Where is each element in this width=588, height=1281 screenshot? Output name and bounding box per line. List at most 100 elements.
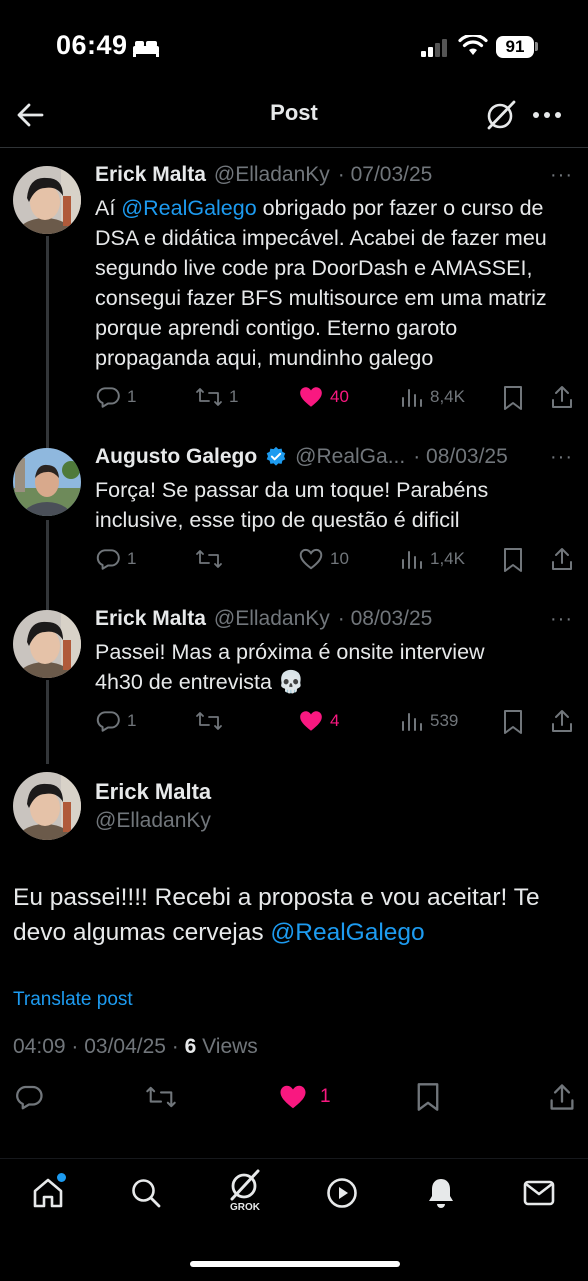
reply-count: 1	[127, 549, 137, 568]
views-chart-icon	[402, 713, 422, 731]
reply-icon	[96, 549, 120, 570]
reply-button[interactable]	[14, 1082, 44, 1112]
reply-icon	[16, 1085, 43, 1110]
like-count: 40	[330, 387, 349, 406]
search-tab-icon[interactable]	[130, 1177, 162, 1209]
video-tab-icon[interactable]	[326, 1177, 358, 1209]
tweet-header: Augusto Galego @RealGa... · 08/03/25	[95, 445, 508, 469]
grok-tab[interactable]: GROK	[225, 1168, 265, 1213]
battery-cap	[535, 42, 538, 51]
avatar[interactable]	[13, 166, 81, 234]
main-author-handle[interactable]: @ElladanKy	[95, 809, 211, 833]
grok-icon[interactable]	[484, 98, 518, 132]
verified-badge-icon	[265, 446, 287, 468]
home-indicator	[190, 1261, 400, 1267]
repost-count: 1	[229, 387, 239, 406]
views-chart-icon	[402, 551, 422, 569]
repost-icon	[146, 1086, 176, 1108]
mention-link[interactable]: @RealGalego	[270, 919, 424, 946]
tweet-more-icon[interactable]: ···	[550, 164, 573, 187]
wifi-icon	[458, 35, 488, 57]
messages-tab-icon[interactable]	[523, 1179, 555, 1207]
views-button[interactable]: 8,4K	[400, 384, 465, 410]
views-count: 1,4K	[430, 549, 465, 568]
more-options-icon[interactable]	[532, 104, 562, 126]
reply-button[interactable]: 1	[95, 546, 136, 572]
share-icon[interactable]	[550, 546, 574, 572]
reply-button[interactable]: 1	[95, 708, 136, 734]
repost-button[interactable]	[195, 708, 229, 734]
author-name[interactable]: Erick Malta	[95, 163, 206, 187]
cellular-signal-icon	[420, 38, 450, 58]
share-icon[interactable]	[550, 708, 574, 734]
views-button[interactable]: 1,4K	[400, 546, 465, 572]
views-chart-icon	[402, 389, 422, 407]
reply-button[interactable]: 1	[95, 384, 136, 410]
heart-filled-icon	[300, 711, 322, 731]
author-handle[interactable]: @ElladanKy	[214, 163, 330, 187]
like-button[interactable]: 10	[298, 546, 349, 572]
mention-link[interactable]: @RealGalego	[121, 196, 256, 220]
heart-filled-icon	[280, 1085, 306, 1109]
tweet-text: Força! Se passar da um toque! Parabéns i…	[95, 478, 489, 532]
views-count: 539	[430, 711, 459, 730]
tweet-header: Erick Malta @ElladanKy · 08/03/25	[95, 607, 432, 631]
translate-post-link[interactable]: Translate post	[13, 989, 133, 1011]
author-handle[interactable]: @RealGa...	[295, 445, 405, 469]
heart-filled-icon	[300, 387, 322, 407]
sleep-mode-icon	[132, 38, 160, 58]
grok-tab-label: GROK	[230, 1202, 260, 1213]
main-post-text: Eu passei!!!! Recebi a proposta e vou ac…	[13, 884, 540, 946]
thread-line	[46, 520, 49, 610]
like-count: 4	[330, 711, 340, 730]
grok-tab-icon	[230, 1169, 260, 1201]
avatar[interactable]	[13, 448, 81, 516]
author-handle[interactable]: @ElladanKy	[214, 607, 330, 631]
reply-icon	[96, 387, 120, 408]
tweet-header: Erick Malta @ElladanKy · 07/03/25	[95, 163, 432, 187]
tweet-text: Passei! Mas a próxima é onsite interview…	[95, 640, 485, 694]
tweet-more-icon[interactable]: ···	[550, 608, 573, 631]
repost-icon	[196, 550, 222, 568]
battery-indicator: 91	[496, 36, 534, 58]
header-divider	[0, 147, 588, 148]
post-timestamp: 04:09 · 03/04/25 · 6 Views	[13, 1035, 258, 1058]
repost-icon	[196, 712, 222, 730]
bookmark-icon[interactable]	[415, 1082, 441, 1112]
like-button[interactable]: 1	[278, 1082, 331, 1112]
repost-icon	[196, 388, 222, 406]
author-name[interactable]: Augusto Galego	[95, 445, 257, 469]
bookmark-icon[interactable]	[502, 547, 524, 573]
tweet-date[interactable]: · 08/03/25	[413, 445, 508, 469]
views-count: 8,4K	[430, 387, 465, 406]
like-button[interactable]: 40	[298, 384, 349, 410]
views-button[interactable]: 539	[400, 708, 458, 734]
like-count: 1	[320, 1086, 331, 1107]
avatar[interactable]	[13, 772, 81, 840]
tweet-date[interactable]: · 07/03/25	[338, 163, 433, 187]
main-author-name[interactable]: Erick Malta	[95, 779, 211, 805]
avatar[interactable]	[13, 610, 81, 678]
reply-count: 1	[127, 387, 137, 406]
tweet-more-icon[interactable]: ···	[550, 446, 573, 469]
repost-button[interactable]	[195, 546, 229, 572]
heart-outline-icon	[299, 548, 323, 570]
like-count: 10	[330, 549, 349, 568]
repost-button[interactable]: 1	[195, 384, 238, 410]
repost-button[interactable]	[145, 1082, 177, 1112]
tweet-text: Aí @RealGalego obrigado por fazer o curs…	[95, 196, 547, 370]
notifications-tab-icon[interactable]	[425, 1176, 457, 1210]
like-button[interactable]: 4	[298, 708, 339, 734]
share-icon[interactable]	[548, 1082, 576, 1112]
views-count: 6	[184, 1035, 197, 1058]
thread-line	[46, 236, 49, 448]
bookmark-icon[interactable]	[502, 709, 524, 735]
share-icon[interactable]	[550, 384, 574, 410]
status-time: 06:49	[56, 30, 128, 60]
bookmark-icon[interactable]	[502, 385, 524, 411]
new-content-dot	[57, 1173, 66, 1182]
tweet-date[interactable]: · 08/03/25	[338, 607, 433, 631]
author-name[interactable]: Erick Malta	[95, 607, 206, 631]
reply-icon	[96, 711, 120, 732]
reply-count: 1	[127, 711, 137, 730]
